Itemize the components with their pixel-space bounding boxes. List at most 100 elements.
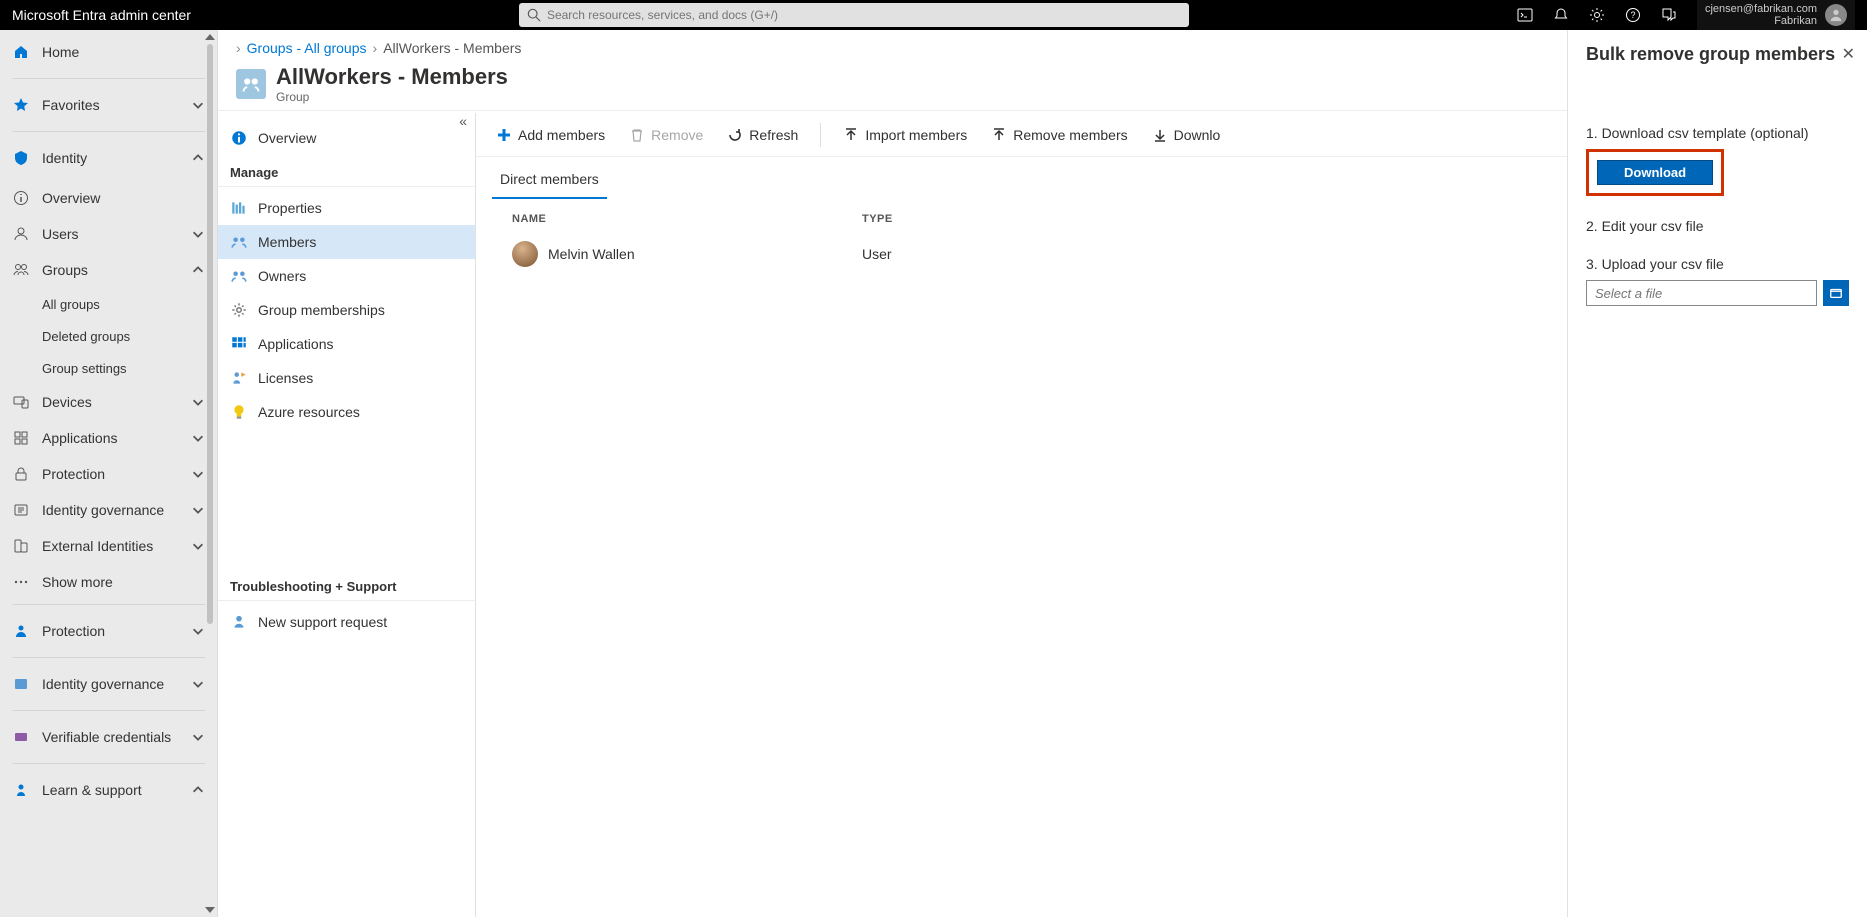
- tab-direct-members[interactable]: Direct members: [492, 161, 607, 199]
- bulb-icon: [230, 403, 248, 421]
- upload-icon: [843, 127, 859, 143]
- download-button[interactable]: Downlo: [1144, 123, 1229, 147]
- file-select-input[interactable]: [1586, 280, 1817, 306]
- nav-groups[interactable]: Groups: [0, 252, 217, 288]
- info-icon: [13, 190, 29, 206]
- add-members-button[interactable]: Add members: [488, 123, 613, 147]
- breadcrumb-groups[interactable]: Groups - All groups: [247, 40, 367, 56]
- resmenu-azure-resources[interactable]: Azure resources: [218, 395, 475, 429]
- credentials-icon: [13, 729, 29, 745]
- apps-icon: [13, 430, 29, 446]
- cloud-shell-icon[interactable]: [1517, 7, 1533, 23]
- resmenu-group-memberships[interactable]: Group memberships: [218, 293, 475, 327]
- th-type[interactable]: TYPE: [862, 213, 1062, 225]
- left-nav: Home Favorites Identity Overview Users G…: [0, 30, 218, 917]
- page-title: AllWorkers - Members: [276, 64, 508, 90]
- nav-favorites[interactable]: Favorites: [0, 83, 217, 127]
- nav-identity-overview[interactable]: Overview: [0, 180, 217, 216]
- scrollbar[interactable]: [205, 34, 215, 913]
- nav-id-gov2[interactable]: Identity governance: [0, 662, 217, 706]
- resmenu-new-support[interactable]: New support request: [218, 605, 475, 639]
- nav-protection2[interactable]: Protection: [0, 609, 217, 653]
- search-input[interactable]: [547, 8, 1181, 22]
- topbar: Microsoft Entra admin center ? cjensen@f…: [0, 0, 1867, 30]
- nav-applications[interactable]: Applications: [0, 420, 217, 456]
- chevron-down-icon: [191, 395, 205, 409]
- notifications-icon[interactable]: [1553, 7, 1569, 23]
- resmenu-licenses[interactable]: Licenses: [218, 361, 475, 395]
- more-icon: [13, 574, 29, 590]
- identity-icon: [13, 150, 29, 166]
- owners-icon: [230, 267, 248, 285]
- nav-external-identities[interactable]: External Identities: [0, 528, 217, 564]
- nav-devices[interactable]: Devices: [0, 384, 217, 420]
- close-icon[interactable]: ✕: [1842, 44, 1855, 64]
- user-icon: [13, 226, 29, 242]
- feedback-icon[interactable]: [1661, 7, 1677, 23]
- table-row[interactable]: Melvin Wallen User: [492, 233, 1551, 275]
- chevron-down-icon: [191, 467, 205, 481]
- account-org: Fabrikan: [1705, 15, 1817, 27]
- nav-identity[interactable]: Identity: [0, 136, 217, 180]
- nav-users[interactable]: Users: [0, 216, 217, 252]
- nav-show-more[interactable]: Show more: [0, 564, 217, 600]
- remove-members-button[interactable]: Remove members: [983, 123, 1135, 147]
- plus-icon: [496, 127, 512, 143]
- devices-icon: [13, 394, 29, 410]
- browse-file-button[interactable]: [1823, 280, 1849, 306]
- members-table: NAME TYPE Melvin Wallen User: [476, 199, 1567, 281]
- refresh-button[interactable]: Refresh: [719, 123, 806, 147]
- bulk-remove-panel: Bulk remove group members ✕ 1. Download …: [1567, 30, 1867, 917]
- nav-protection[interactable]: Protection: [0, 456, 217, 492]
- chevron-down-icon: [191, 539, 205, 553]
- resmenu-troubleshoot-header: Troubleshooting + Support: [218, 569, 475, 601]
- chevron-up-icon: [191, 783, 205, 797]
- protection-icon: [13, 623, 29, 639]
- collapse-menu-icon[interactable]: «: [459, 113, 467, 129]
- governance-icon: [13, 502, 29, 518]
- trash-icon: [629, 127, 645, 143]
- member-avatar: [512, 241, 538, 267]
- download-icon: [1152, 127, 1168, 143]
- chevron-up-icon: [191, 263, 205, 277]
- remove-button: Remove: [621, 123, 711, 147]
- tabs: Direct members: [476, 157, 1567, 199]
- command-bar: Add members Remove Refresh: [476, 113, 1567, 157]
- resmenu-overview[interactable]: Overview: [218, 121, 475, 155]
- resmenu-manage-header: Manage: [218, 155, 475, 187]
- settings-icon[interactable]: [1589, 7, 1605, 23]
- chevron-down-icon: [191, 98, 205, 112]
- step1-label: 1. Download csv template (optional): [1586, 125, 1849, 141]
- svg-text:?: ?: [1630, 10, 1635, 20]
- nav-learn-support[interactable]: Learn & support: [0, 768, 217, 812]
- download-template-button[interactable]: Download: [1597, 160, 1713, 185]
- idgov-icon: [13, 676, 29, 692]
- nav-verifiable-credentials[interactable]: Verifiable credentials: [0, 715, 217, 759]
- resmenu-owners[interactable]: Owners: [218, 259, 475, 293]
- search-icon: [527, 8, 541, 22]
- nav-group-settings[interactable]: Group settings: [0, 352, 217, 384]
- resource-menu: « Overview Manage Properties Members: [218, 113, 476, 917]
- resmenu-applications[interactable]: Applications: [218, 327, 475, 361]
- account-menu[interactable]: cjensen@fabrikan.com Fabrikan: [1697, 0, 1855, 30]
- external-icon: [13, 538, 29, 554]
- group-icon: [236, 69, 266, 99]
- download-highlight: Download: [1586, 149, 1724, 196]
- nav-home[interactable]: Home: [0, 30, 217, 74]
- chevron-down-icon: [191, 677, 205, 691]
- resmenu-members[interactable]: Members: [218, 225, 475, 259]
- help-icon[interactable]: ?: [1625, 7, 1641, 23]
- members-icon: [230, 233, 248, 251]
- th-name[interactable]: NAME: [512, 213, 862, 225]
- import-members-button[interactable]: Import members: [835, 123, 975, 147]
- step3-label: 3. Upload your csv file: [1586, 256, 1849, 272]
- nav-id-governance[interactable]: Identity governance: [0, 492, 217, 528]
- blade-header: AllWorkers - Members Group: [218, 60, 1567, 111]
- nav-deleted-groups[interactable]: Deleted groups: [0, 320, 217, 352]
- lock-icon: [13, 466, 29, 482]
- global-search[interactable]: [519, 3, 1189, 27]
- breadcrumb: › Groups - All groups › AllWorkers - Mem…: [218, 30, 1567, 60]
- resmenu-properties[interactable]: Properties: [218, 191, 475, 225]
- nav-all-groups[interactable]: All groups: [0, 288, 217, 320]
- refresh-icon: [727, 127, 743, 143]
